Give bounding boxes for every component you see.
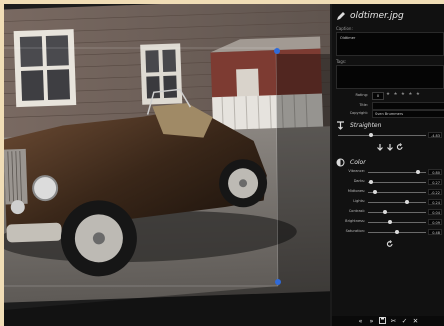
- pencil-icon[interactable]: [336, 11, 346, 21]
- color-slider-thumb[interactable]: [383, 210, 388, 214]
- color-slider-value[interactable]: 0.48: [428, 229, 442, 235]
- straighten-header: Straighten: [336, 120, 381, 130]
- file-name: oldtimer.jpg: [350, 11, 404, 21]
- color-title: Color: [350, 158, 366, 166]
- color-slider-label: Brightness:: [345, 219, 365, 223]
- crop-handle-bottom-right[interactable]: [275, 279, 281, 285]
- straighten-slider-track[interactable]: [338, 135, 426, 136]
- color-slider-label: Midtones:: [347, 189, 365, 193]
- color-slider-track[interactable]: [368, 202, 426, 203]
- color-slider-thumb[interactable]: [372, 190, 377, 194]
- straighten-title: Straighten: [350, 121, 382, 129]
- confirm-button[interactable]: ✓: [400, 317, 409, 325]
- color-slider-value[interactable]: 0.24: [428, 199, 442, 205]
- caption-field[interactable]: Oldtimer: [336, 32, 444, 56]
- rating-stars[interactable]: ★ ★ ★ ★ ★: [386, 92, 421, 97]
- color-slider-thumb[interactable]: [388, 220, 393, 224]
- color-slider-thumb[interactable]: [368, 180, 373, 184]
- properties-panel: oldtimer.jpg Caption: Oldtimer Tags: Rat…: [332, 4, 444, 326]
- title-label: Title:: [359, 103, 368, 107]
- color-slider-value[interactable]: 0.09: [428, 219, 442, 225]
- color-slider-value[interactable]: -0.22: [428, 189, 442, 195]
- next-button[interactable]: »: [367, 317, 376, 325]
- color-slider-value[interactable]: 0.04: [428, 209, 442, 215]
- title-field[interactable]: [372, 102, 444, 110]
- crop-handle-top-right[interactable]: [274, 48, 280, 54]
- color-slider-label: Saturation:: [345, 229, 365, 233]
- color-slider-track[interactable]: [368, 222, 426, 223]
- rating-field[interactable]: 0: [372, 92, 384, 100]
- color-slider-thumb[interactable]: [415, 170, 420, 174]
- color-slider-track[interactable]: [368, 212, 426, 213]
- straighten-icon: [337, 120, 344, 130]
- color-slider-label: Lights:: [353, 199, 365, 203]
- copyright-label: Copyright:: [349, 111, 368, 115]
- floppy-icon: [379, 316, 386, 324]
- rotate-right-icon[interactable]: [386, 143, 394, 151]
- caption-value: Oldtimer: [340, 36, 356, 40]
- tags-label: Tags:: [336, 59, 347, 64]
- color-slider-label: Contrast:: [348, 209, 365, 213]
- straighten-value[interactable]: -4.83: [428, 132, 442, 138]
- color-slider-track[interactable]: [368, 182, 426, 183]
- color-header: Color: [336, 157, 366, 167]
- color-slider-label: Vibrance:: [348, 169, 365, 173]
- reset-straighten-icon[interactable]: [396, 143, 404, 151]
- color-slider-value[interactable]: 0.27: [428, 179, 442, 185]
- bottom-toolbar: « » ✂ ✓ ✕: [332, 316, 444, 326]
- edited-photo: [4, 4, 330, 326]
- tools-button[interactable]: ✂: [389, 317, 398, 325]
- tags-field[interactable]: [336, 65, 444, 89]
- color-slider-thumb[interactable]: [405, 200, 410, 204]
- straighten-slider-thumb[interactable]: [369, 133, 374, 137]
- color-slider-label: Darks:: [353, 179, 365, 183]
- photo-canvas[interactable]: [4, 4, 330, 326]
- close-button[interactable]: ✕: [411, 317, 420, 325]
- copyright-field[interactable]: Sven Brummers: [372, 110, 444, 118]
- color-slider-value[interactable]: 0.80: [428, 169, 442, 175]
- caption-label: Caption:: [336, 26, 353, 31]
- color-slider-thumb[interactable]: [395, 230, 399, 234]
- reset-color-icon[interactable]: [386, 240, 394, 248]
- color-contrast-icon: [336, 158, 345, 166]
- file-title-row: oldtimer.jpg: [336, 9, 444, 23]
- save-icon[interactable]: [378, 316, 387, 326]
- rating-label: Rating:: [355, 93, 368, 97]
- rotate-left-icon[interactable]: [376, 143, 384, 151]
- previous-button[interactable]: «: [356, 317, 365, 325]
